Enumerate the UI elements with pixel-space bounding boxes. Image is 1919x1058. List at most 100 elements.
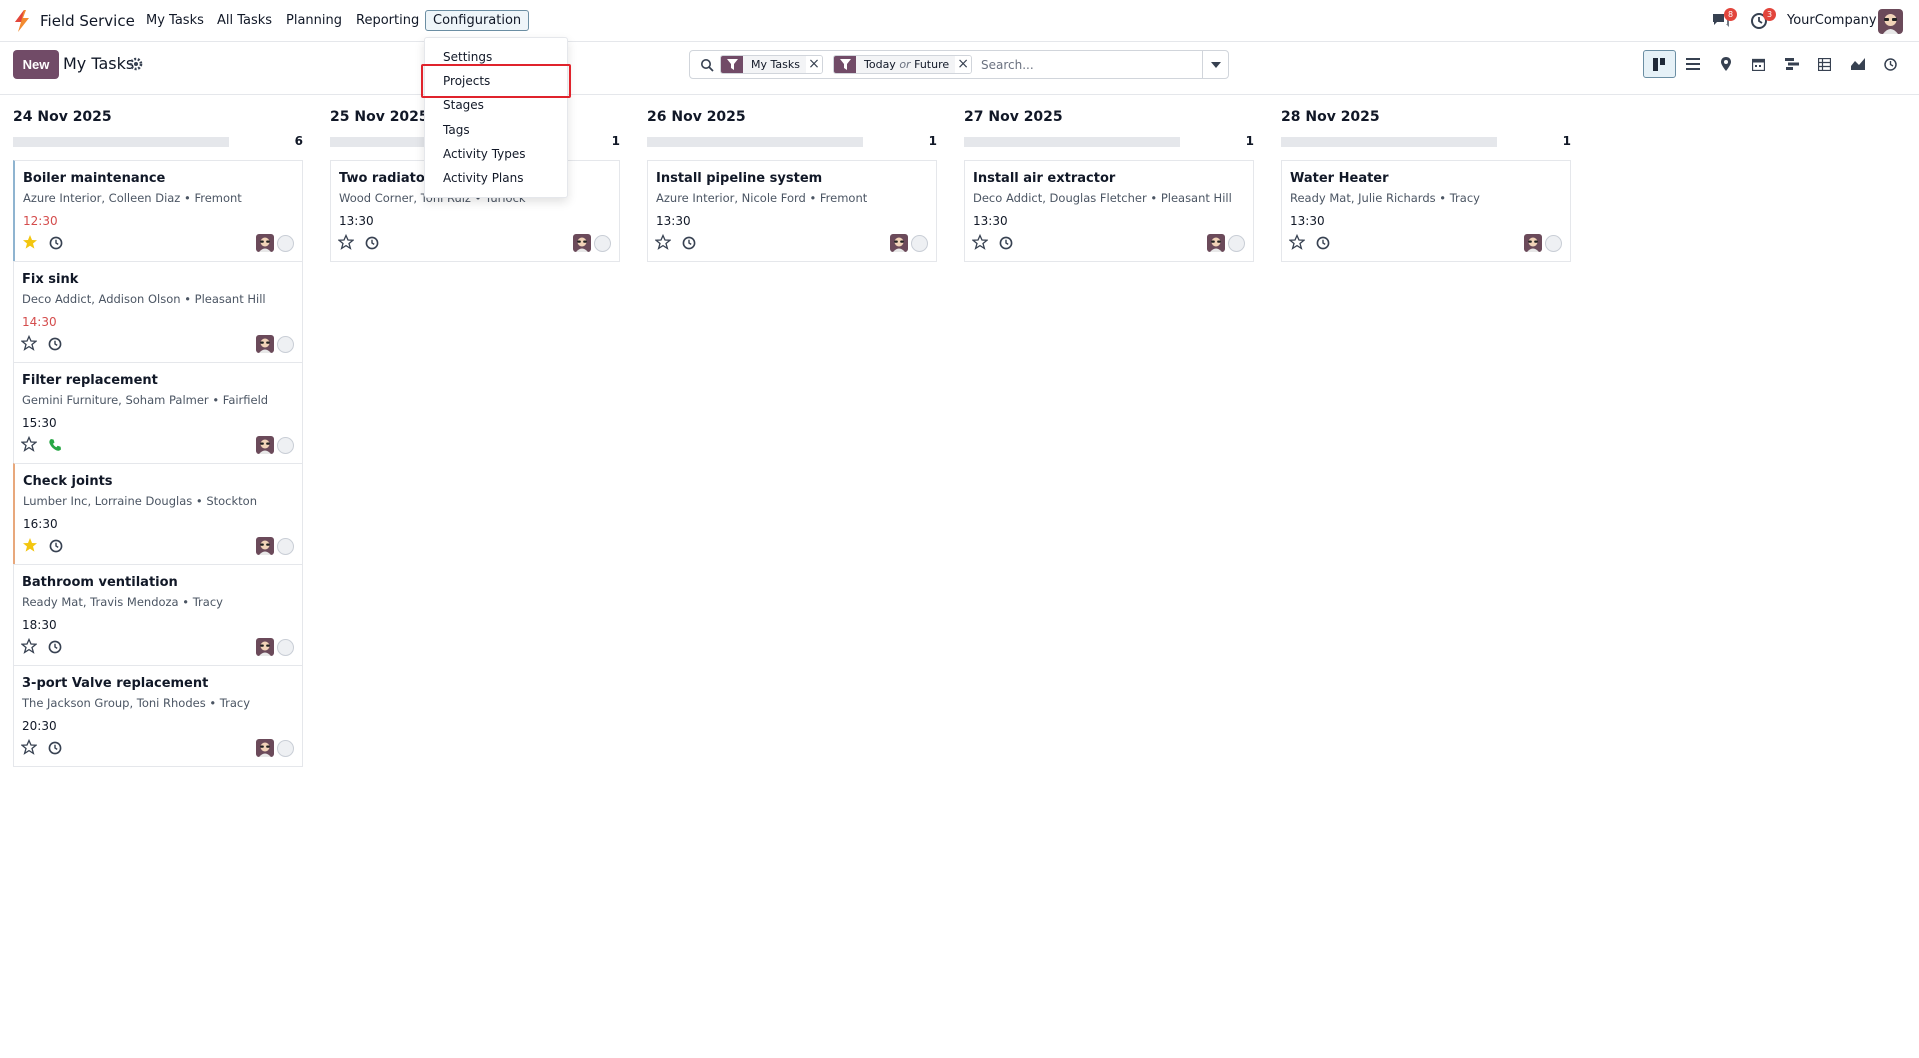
- dropdown-item-activity-plans[interactable]: Activity Plans: [443, 171, 523, 185]
- kanban-state-icon[interactable]: [594, 235, 611, 252]
- graph-view-button[interactable]: [1841, 50, 1874, 78]
- clock-icon[interactable]: [48, 640, 62, 654]
- menu-my-tasks[interactable]: My Tasks: [146, 13, 204, 28]
- star-icon[interactable]: [20, 334, 38, 351]
- task-customer: Deco Addict, Douglas Fletcher • Pleasant…: [973, 191, 1232, 205]
- star-icon[interactable]: [337, 233, 355, 250]
- column-progress-bar[interactable]: [13, 137, 229, 147]
- star-icon[interactable]: [20, 637, 38, 654]
- user-avatar[interactable]: [1878, 9, 1903, 34]
- assignee-avatar[interactable]: [256, 537, 274, 555]
- map-view-button[interactable]: [1709, 50, 1742, 78]
- task-card[interactable]: Boiler maintenance Azure Interior, Collee…: [13, 160, 303, 262]
- remove-facet-icon[interactable]: ×: [805, 56, 822, 73]
- remove-facet-icon[interactable]: ×: [955, 56, 972, 73]
- task-card[interactable]: Bathroom ventilation Ready Mat, Travis Me…: [13, 564, 303, 666]
- column-title[interactable]: 25 Nov 2025: [330, 109, 429, 125]
- task-card[interactable]: 3-port Valve replacement The Jackson Grou…: [13, 665, 303, 767]
- column-title[interactable]: 27 Nov 2025: [964, 109, 1063, 125]
- map-icon: [1720, 57, 1731, 71]
- task-time: 15:30: [22, 416, 57, 430]
- clock-icon[interactable]: [48, 337, 62, 351]
- dropdown-item-stages[interactable]: Stages: [443, 98, 484, 112]
- gantt-icon: [1784, 58, 1799, 70]
- assignee-avatar[interactable]: [1207, 234, 1225, 252]
- column-title[interactable]: 24 Nov 2025: [13, 109, 112, 125]
- task-card[interactable]: Install pipeline system Azure Interior, N…: [647, 160, 937, 262]
- assignee-avatar[interactable]: [1524, 234, 1542, 252]
- phone-icon[interactable]: [48, 438, 62, 452]
- activities-clock-icon[interactable]: 3: [1750, 8, 1776, 30]
- search-options-toggle[interactable]: [1202, 51, 1228, 78]
- task-card[interactable]: Water Heater Ready Mat, Julie Richards • …: [1281, 160, 1571, 262]
- pivot-view-button[interactable]: [1808, 50, 1841, 78]
- assignee-avatar[interactable]: [256, 638, 274, 656]
- column-title[interactable]: 28 Nov 2025: [1281, 109, 1380, 125]
- clock-icon[interactable]: [1316, 236, 1330, 250]
- menu-reporting[interactable]: Reporting: [356, 13, 419, 28]
- kanban-state-icon[interactable]: [1228, 235, 1245, 252]
- field-service-app-icon[interactable]: [12, 10, 32, 32]
- menu-planning[interactable]: Planning: [286, 13, 342, 28]
- kanban-icon: [1652, 57, 1665, 71]
- column-title[interactable]: 26 Nov 2025: [647, 109, 746, 125]
- clock-icon[interactable]: [999, 236, 1013, 250]
- assignee-avatar[interactable]: [256, 335, 274, 353]
- list-view-button[interactable]: [1676, 50, 1709, 78]
- kanban-state-icon[interactable]: [277, 538, 294, 555]
- kanban-state-icon[interactable]: [277, 336, 294, 353]
- star-filled-icon[interactable]: [22, 537, 38, 553]
- task-customer: Gemini Furniture, Soham Palmer • Fairfie…: [22, 393, 269, 407]
- kanban-state-icon[interactable]: [277, 437, 294, 454]
- menu-all-tasks[interactable]: All Tasks: [217, 13, 272, 28]
- kanban-state-icon[interactable]: [1545, 235, 1562, 252]
- activity-view-button[interactable]: [1874, 50, 1907, 78]
- task-card[interactable]: Fix sink Deco Addict, Addison Olson • Ple…: [13, 261, 303, 363]
- search-input[interactable]: [981, 56, 1201, 74]
- menu-configuration[interactable]: Configuration: [425, 10, 530, 31]
- kanban-state-icon[interactable]: [277, 639, 294, 656]
- kanban-view-button[interactable]: [1643, 50, 1676, 78]
- star-icon[interactable]: [20, 738, 38, 755]
- assignee-avatar[interactable]: [256, 234, 274, 252]
- search-bar: My Tasks × Today or Future ×: [689, 50, 1229, 79]
- calendar-view-button[interactable]: [1742, 50, 1775, 78]
- star-icon[interactable]: [20, 435, 38, 452]
- column-progress-bar[interactable]: [1281, 137, 1497, 147]
- assignee-avatar[interactable]: [890, 234, 908, 252]
- facet-label: Today or Future: [864, 58, 950, 71]
- assignee-avatar[interactable]: [573, 234, 591, 252]
- star-filled-icon[interactable]: [22, 234, 38, 250]
- task-card[interactable]: Install air extractor Deco Addict, Dougla…: [964, 160, 1254, 262]
- dropdown-item-tags[interactable]: Tags: [443, 123, 470, 137]
- dropdown-item-settings[interactable]: Settings: [443, 50, 492, 64]
- dropdown-item-activity-types[interactable]: Activity Types: [443, 147, 526, 161]
- messages-badge: 8: [1724, 8, 1737, 21]
- kanban-state-icon[interactable]: [277, 740, 294, 757]
- star-icon[interactable]: [1288, 233, 1306, 250]
- clock-icon[interactable]: [49, 539, 63, 553]
- column-count: 1: [928, 134, 937, 148]
- clock-icon[interactable]: [365, 236, 379, 250]
- column-progress-bar[interactable]: [964, 137, 1180, 147]
- company-switcher[interactable]: YourCompany: [1787, 13, 1877, 28]
- task-title: 3-port Valve replacement: [22, 676, 209, 691]
- star-icon[interactable]: [654, 233, 672, 250]
- gear-icon[interactable]: [129, 57, 143, 71]
- task-card[interactable]: Check joints Lumber Inc, Lorraine Douglas…: [13, 463, 303, 565]
- clock-icon[interactable]: [48, 741, 62, 755]
- column-count: 1: [1245, 134, 1254, 148]
- assignee-avatar[interactable]: [256, 739, 274, 757]
- messages-icon[interactable]: 8: [1711, 8, 1737, 30]
- clock-icon[interactable]: [682, 236, 696, 250]
- new-button[interactable]: New: [13, 50, 59, 79]
- kanban-state-icon[interactable]: [277, 235, 294, 252]
- column-progress-bar[interactable]: [647, 137, 863, 147]
- star-icon[interactable]: [971, 233, 989, 250]
- app-name[interactable]: Field Service: [40, 12, 135, 30]
- task-card[interactable]: Filter replacement Gemini Furniture, Soha…: [13, 362, 303, 464]
- assignee-avatar[interactable]: [256, 436, 274, 454]
- gantt-view-button[interactable]: [1775, 50, 1808, 78]
- kanban-state-icon[interactable]: [911, 235, 928, 252]
- clock-icon[interactable]: [49, 236, 63, 250]
